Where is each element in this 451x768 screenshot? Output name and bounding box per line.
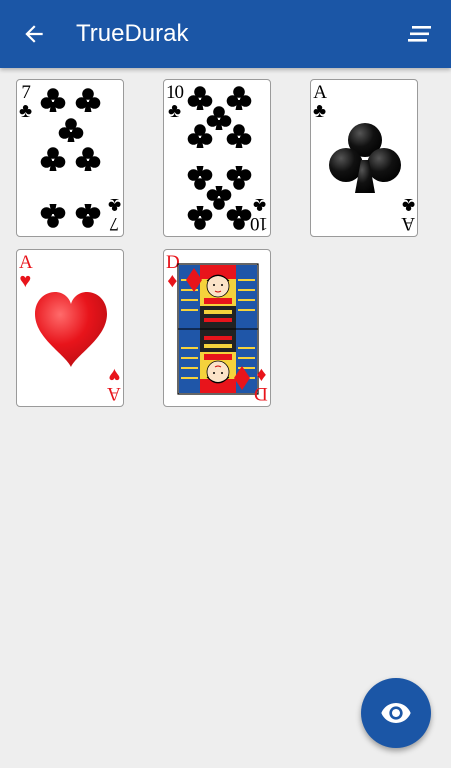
card-index-bottom: A ♣ xyxy=(401,194,415,234)
card-suit: ♥ xyxy=(108,364,121,386)
eye-icon xyxy=(381,703,411,723)
card-ace-hearts[interactable]: A ♥ A ♥ xyxy=(16,249,124,407)
card-rank: 10 xyxy=(251,213,268,234)
sort-lines-icon xyxy=(408,26,431,42)
card-index-bottom: A ♥ xyxy=(108,364,121,404)
card-index-bottom: 7 ♣ xyxy=(107,194,121,234)
card-rank: 7 xyxy=(110,213,119,234)
arrow-left-icon xyxy=(25,25,43,43)
card-queen-diamonds[interactable]: D ♦ D ♦ xyxy=(163,249,271,407)
card-suit: ♣ xyxy=(252,194,267,216)
app-bar: TrueDurak xyxy=(0,0,451,68)
card-suit: ♦ xyxy=(256,364,267,386)
card-suit: ♣ xyxy=(107,194,121,216)
menu-button[interactable] xyxy=(405,20,435,48)
card-rank: A xyxy=(402,213,415,234)
card-10-clubs[interactable]: 10 ♣ 10 ♣ xyxy=(163,79,271,237)
card-rank: A xyxy=(108,383,121,404)
page-title: TrueDurak xyxy=(76,20,189,47)
card-index-bottom: D ♦ xyxy=(255,364,268,404)
card-7-clubs[interactable]: 7 ♣ 7 ♣ xyxy=(16,79,124,237)
back-button[interactable] xyxy=(18,18,50,50)
card-rank: D xyxy=(255,383,268,404)
card-ace-clubs[interactable]: A ♣ A ♣ xyxy=(310,79,418,237)
view-fab-button[interactable] xyxy=(361,678,431,748)
card-index-bottom: 10 ♣ xyxy=(251,194,268,234)
card-suit: ♣ xyxy=(401,194,415,216)
